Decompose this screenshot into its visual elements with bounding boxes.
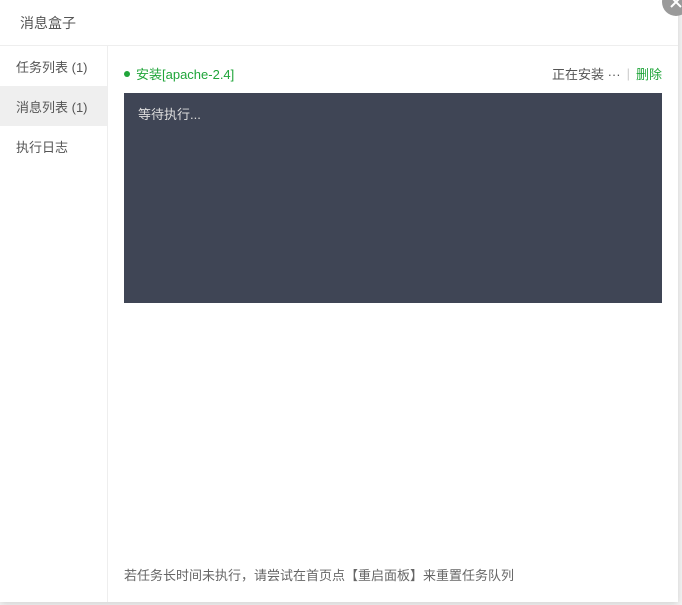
sidebar: 任务列表 (1) 消息列表 (1) 执行日志	[0, 46, 108, 602]
sidebar-item-task-list[interactable]: 任务列表 (1)	[0, 46, 107, 86]
task-status: 正在安装 ···	[552, 64, 621, 83]
modal-title: 消息盒子	[20, 13, 76, 33]
terminal-text: 等待执行...	[138, 105, 648, 126]
sidebar-item-execution-log[interactable]: 执行日志	[0, 126, 107, 166]
message-box-modal: 消息盒子 任务列表 (1) 消息列表 (1) 执行日志 安装[apache-2.…	[0, 0, 678, 602]
sidebar-item-label: 消息列表 (1)	[16, 97, 88, 116]
sidebar-item-label: 执行日志	[16, 137, 68, 156]
task-row: 安装[apache-2.4] 正在安装 ··· | 删除	[124, 64, 662, 83]
modal-body: 任务列表 (1) 消息列表 (1) 执行日志 安装[apache-2.4] 正在…	[0, 46, 678, 602]
terminal-output: 等待执行...	[124, 93, 662, 303]
task-right: 正在安装 ··· | 删除	[552, 64, 662, 83]
status-dot-icon	[124, 71, 130, 77]
modal-header: 消息盒子	[0, 0, 678, 46]
task-left: 安装[apache-2.4]	[124, 64, 234, 83]
task-name: 安装[apache-2.4]	[136, 64, 234, 83]
footer-tip: 若任务长时间未执行，请尝试在首页点【重启面板】来重置任务队列	[124, 565, 662, 584]
close-icon	[670, 0, 682, 8]
main-content: 安装[apache-2.4] 正在安装 ··· | 删除 等待执行... 若任务…	[108, 46, 678, 602]
sidebar-item-label: 任务列表 (1)	[16, 57, 88, 76]
sidebar-item-message-list[interactable]: 消息列表 (1)	[0, 86, 107, 126]
delete-link[interactable]: 删除	[636, 64, 662, 83]
divider: |	[627, 66, 630, 81]
